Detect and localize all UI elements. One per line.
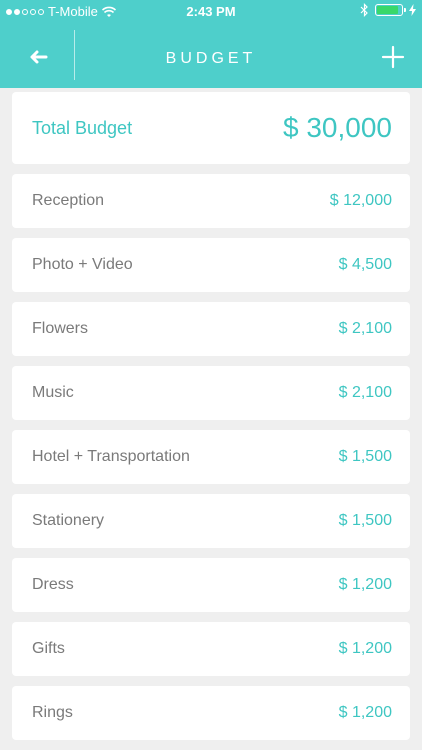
budget-item-hotel-transportation[interactable]: Hotel + Transportation $ 1,500 — [12, 430, 410, 484]
budget-item-value: $ 4,500 — [338, 256, 392, 273]
budget-item-label: Hotel + Transportation — [32, 448, 190, 465]
total-budget-value: $ 30,000 — [283, 112, 392, 143]
status-bar: T-Mobile 2:43 PM — [0, 0, 422, 24]
budget-item-value: $ 12,000 — [329, 192, 392, 209]
battery-tip — [404, 8, 406, 12]
budget-item-photo-video[interactable]: Photo + Video $ 4,500 — [12, 238, 410, 292]
budget-item-value: $ 2,100 — [338, 384, 392, 401]
budget-item-value: $ 1,200 — [338, 704, 392, 721]
page-title: BUDGET — [165, 50, 257, 67]
budget-item-label: Photo + Video — [32, 256, 133, 273]
budget-item-label: Rings — [32, 704, 73, 721]
budget-item-label: Gifts — [32, 640, 65, 657]
total-budget-label: Total Budget — [32, 117, 133, 138]
budget-item-music[interactable]: Music $ 2,100 — [12, 366, 410, 420]
budget-item-gifts[interactable]: Gifts $ 1,200 — [12, 622, 410, 676]
battery-icon — [375, 4, 406, 16]
budget-item-value: $ 2,100 — [338, 320, 392, 337]
budget-item-reception[interactable]: Reception $ 12,000 — [12, 174, 410, 228]
budget-item-flowers[interactable]: Flowers $ 2,100 — [12, 302, 410, 356]
budget-item-stationery[interactable]: Stationery $ 1,500 — [12, 494, 410, 548]
battery-level — [377, 6, 398, 14]
budget-item-label: Reception — [32, 192, 105, 209]
budget-item-label: Stationery — [32, 512, 105, 529]
budget-list: Total Budget $ 30,000 Reception $ 12,000… — [12, 92, 410, 750]
budget-item-value: $ 1,200 — [338, 576, 392, 593]
budget-item-value: $ 1,500 — [338, 448, 392, 465]
budget-item-label: Dress — [32, 576, 74, 593]
budget-item-value: $ 1,200 — [338, 640, 392, 657]
budget-item-value: $ 1,500 — [338, 512, 392, 529]
total-budget-card[interactable]: Total Budget $ 30,000 — [12, 92, 410, 164]
status-right — [360, 3, 416, 17]
budget-item-rings[interactable]: Rings $ 1,200 — [12, 686, 410, 740]
charging-icon — [409, 4, 416, 16]
budget-item-dress[interactable]: Dress $ 1,200 — [12, 558, 410, 612]
bluetooth-icon — [360, 3, 368, 17]
budget-item-label: Music — [32, 384, 74, 401]
add-plus-icon[interactable] — [380, 44, 406, 70]
clock: 2:43 PM — [186, 4, 236, 19]
budget-item-label: Flowers — [32, 320, 89, 337]
app-header: T-Mobile 2:43 PM BUDGET — [0, 0, 422, 88]
